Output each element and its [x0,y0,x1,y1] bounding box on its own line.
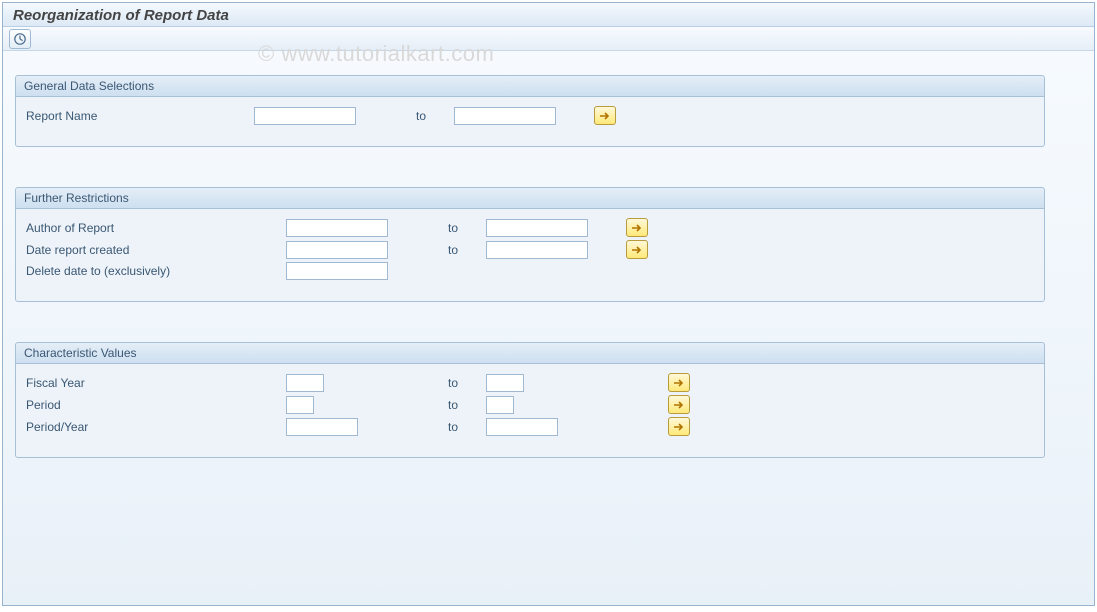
date-created-to-input[interactable] [486,241,588,259]
arrow-right-icon [631,245,643,255]
report-name-to-input[interactable] [454,107,556,125]
arrow-right-icon [673,400,685,410]
period-from-input[interactable] [286,396,314,414]
row-date-report-created: Date report created to [24,240,1036,259]
author-multiple-selection-button[interactable] [626,218,648,237]
period-to-input[interactable] [486,396,514,414]
row-delete-date: Delete date to (exclusively) [24,262,1036,280]
arrow-right-icon [673,378,685,388]
group-header-further: Further Restrictions [16,188,1044,209]
group-characteristic-values: Characteristic Values Fiscal Year to Per… [15,342,1045,458]
label-period: Period [24,398,286,412]
application-toolbar [3,27,1094,51]
page-title: Reorganization of Report Data [3,3,1094,27]
clock-icon [13,32,27,46]
author-to-input[interactable] [486,219,588,237]
group-further-restrictions: Further Restrictions Author of Report to… [15,187,1045,302]
fiscal-year-multiple-selection-button[interactable] [668,373,690,392]
report-name-from-input[interactable] [254,107,356,125]
group-header-charval: Characteristic Values [16,343,1044,364]
report-name-multiple-selection-button[interactable] [594,106,616,125]
period-year-to-input[interactable] [486,418,558,436]
label-author: Author of Report [24,221,286,235]
period-multiple-selection-button[interactable] [668,395,690,414]
period-year-from-input[interactable] [286,418,358,436]
author-from-input[interactable] [286,219,388,237]
to-label: to [426,420,486,434]
label-report-name: Report Name [24,109,254,123]
row-period-year: Period/Year to [24,417,1036,436]
window-frame: Reorganization of Report Data © www.tuto… [2,2,1095,606]
row-fiscal-year: Fiscal Year to [24,373,1036,392]
label-fiscal-year: Fiscal Year [24,376,286,390]
fiscal-year-from-input[interactable] [286,374,324,392]
label-period-year: Period/Year [24,420,286,434]
period-year-multiple-selection-button[interactable] [668,417,690,436]
date-created-from-input[interactable] [286,241,388,259]
row-author-of-report: Author of Report to [24,218,1036,237]
arrow-right-icon [631,223,643,233]
delete-date-input[interactable] [286,262,388,280]
label-date-created: Date report created [24,243,286,257]
fiscal-year-to-input[interactable] [486,374,524,392]
content-area: General Data Selections Report Name to F… [3,51,1094,480]
to-label: to [426,398,486,412]
row-report-name: Report Name to [24,106,1036,125]
arrow-right-icon [599,111,611,121]
to-label: to [394,109,454,123]
group-general-data-selections: General Data Selections Report Name to [15,75,1045,147]
date-created-multiple-selection-button[interactable] [626,240,648,259]
label-delete-date: Delete date to (exclusively) [24,264,286,278]
execute-button[interactable] [9,29,31,49]
row-period: Period to [24,395,1036,414]
to-label: to [426,243,486,257]
arrow-right-icon [673,422,685,432]
to-label: to [426,376,486,390]
to-label: to [426,221,486,235]
group-header-general: General Data Selections [16,76,1044,97]
